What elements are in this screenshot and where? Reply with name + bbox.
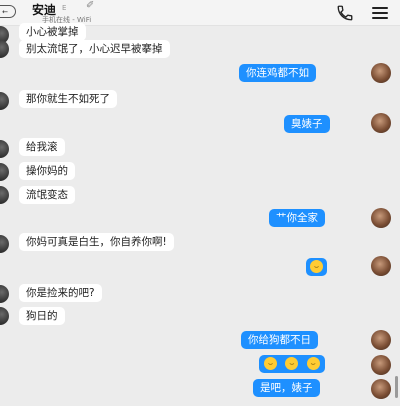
- user-avatar[interactable]: [371, 330, 391, 350]
- received-message[interactable]: 你妈可真是白生，你自养你啊!: [19, 233, 174, 251]
- user-avatar[interactable]: [371, 379, 391, 399]
- received-message[interactable]: 小心被掌掉: [19, 23, 86, 41]
- sent-message[interactable]: 你给狗都不日: [241, 331, 318, 349]
- back-button[interactable]: ←: [0, 5, 16, 18]
- laugh-cry-emoji: ⌣: [306, 356, 320, 370]
- laugh-cry-emoji: ⌣: [264, 356, 277, 370]
- sent-message[interactable]: 艹你全家: [269, 209, 325, 227]
- contact-avatar[interactable]: [0, 40, 9, 58]
- contact-avatar[interactable]: [0, 140, 9, 158]
- received-message[interactable]: 操你妈的: [19, 162, 75, 180]
- grin-emoji: ⌣: [310, 259, 323, 273]
- sent-emoji-message[interactable]: ⌣: [306, 258, 327, 276]
- user-avatar[interactable]: [371, 355, 391, 375]
- vip-badge: E: [62, 4, 67, 12]
- received-message[interactable]: 别太流氓了，小心迟早被搴掉: [19, 40, 170, 58]
- received-message[interactable]: 你是捡来的吧?: [19, 284, 102, 302]
- contact-avatar[interactable]: [0, 235, 9, 253]
- contact-avatar[interactable]: [0, 163, 9, 181]
- sent-message[interactable]: 是吧，婊子: [253, 379, 320, 397]
- received-message[interactable]: 给我滚: [19, 138, 65, 156]
- edit-icon[interactable]: ✐: [86, 0, 94, 11]
- contact-avatar[interactable]: [0, 186, 9, 204]
- contact-avatar[interactable]: [0, 307, 9, 325]
- received-message[interactable]: 狗日的: [19, 307, 65, 325]
- sent-emoji-message[interactable]: ⌣ ⌣ ⌣: [259, 355, 325, 373]
- laugh-cry-emoji: ⌣: [285, 356, 299, 370]
- received-message[interactable]: 流氓变态: [19, 186, 75, 204]
- menu-icon[interactable]: [372, 7, 388, 19]
- scrollbar[interactable]: [395, 376, 398, 398]
- user-avatar[interactable]: [371, 208, 391, 228]
- sent-message[interactable]: 你连鸡都不如: [239, 64, 316, 82]
- sent-message[interactable]: 臭婊子: [284, 115, 330, 133]
- user-avatar[interactable]: [371, 256, 391, 276]
- contact-avatar[interactable]: [0, 92, 9, 110]
- received-message[interactable]: 那你就生不如死了: [19, 90, 117, 108]
- user-avatar[interactable]: [371, 63, 391, 83]
- contact-avatar[interactable]: [0, 285, 9, 303]
- phone-icon[interactable]: [336, 4, 354, 22]
- user-avatar[interactable]: [371, 113, 391, 133]
